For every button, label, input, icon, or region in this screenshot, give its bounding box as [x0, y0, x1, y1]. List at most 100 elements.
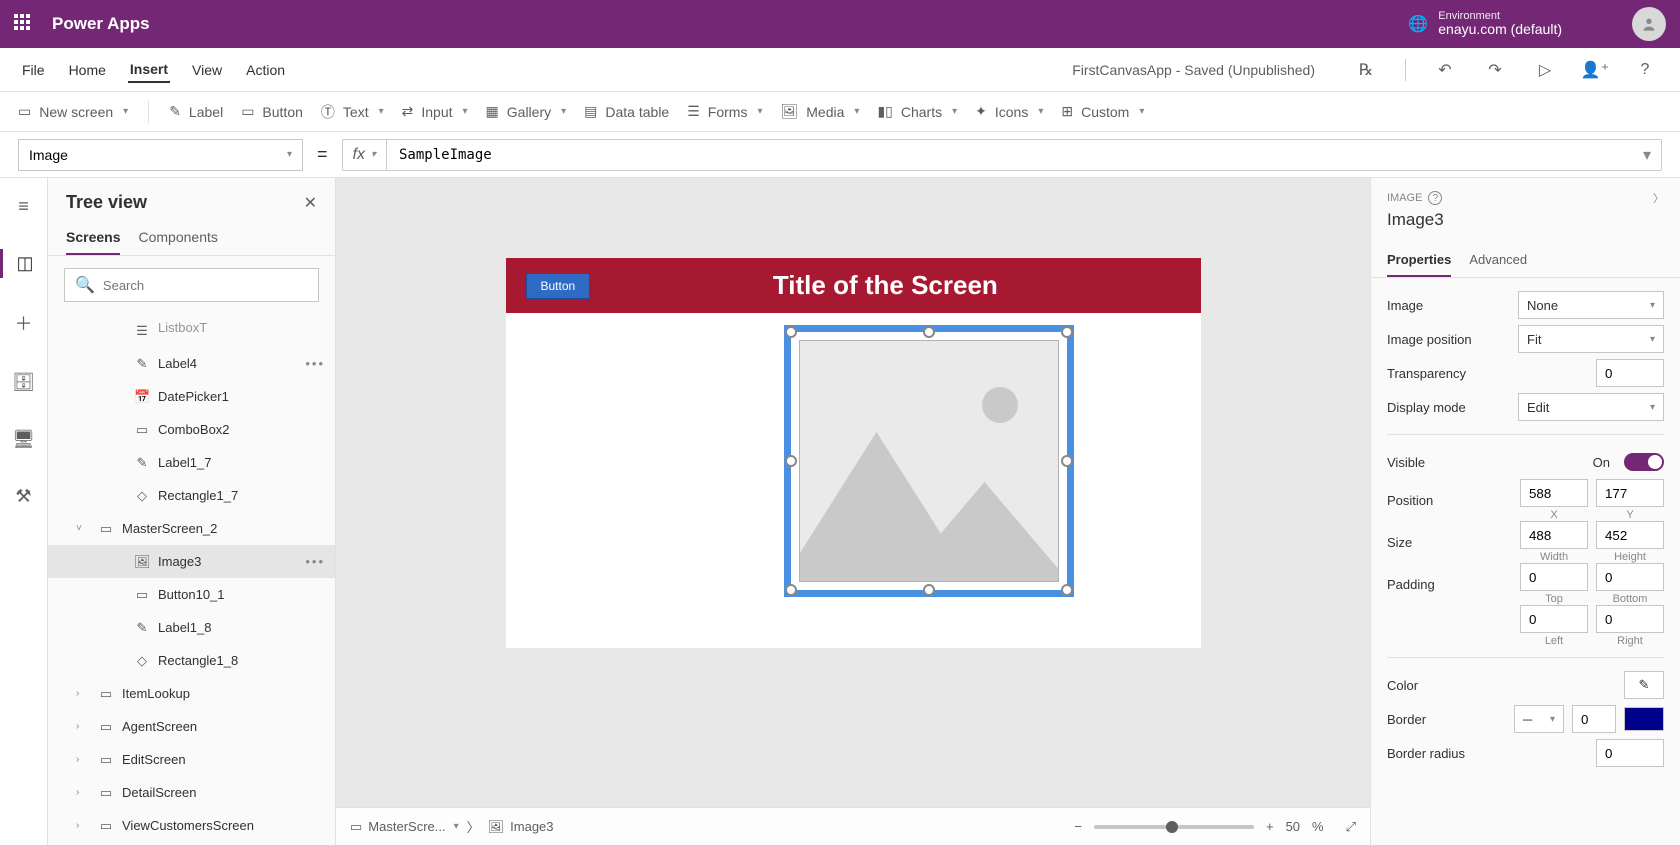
- resize-handle[interactable]: [923, 326, 935, 338]
- screen-preview[interactable]: Button Title of the Screen: [506, 258, 1201, 648]
- insert-text-menu[interactable]: ⓉText▾: [321, 102, 384, 122]
- insert-icons-menu[interactable]: ✦Icons▾: [975, 103, 1043, 120]
- chevron-right-icon[interactable]: 〉: [1653, 190, 1664, 206]
- tree-node-rectangle1-8[interactable]: ◇Rectangle1_8: [48, 644, 335, 677]
- more-icon[interactable]: •••: [305, 356, 325, 371]
- prop-width-input[interactable]: [1520, 521, 1588, 549]
- tree-search[interactable]: 🔍: [64, 268, 319, 302]
- redo-icon[interactable]: ↷: [1480, 60, 1510, 80]
- prop-pos-x-input[interactable]: [1520, 479, 1588, 507]
- resize-handle[interactable]: [1061, 455, 1073, 467]
- prop-pad-right-input[interactable]: [1596, 605, 1664, 633]
- insert-forms-menu[interactable]: ☰Forms▾: [687, 103, 762, 120]
- prop-pad-left-input[interactable]: [1520, 605, 1588, 633]
- prop-displaymode-select[interactable]: Edit▾: [1518, 393, 1664, 421]
- toggle-icon[interactable]: ›: [76, 721, 90, 732]
- tree-node-editscreen[interactable]: ›▭EditScreen: [48, 743, 335, 776]
- menu-file[interactable]: File: [20, 58, 47, 82]
- tree-node-rectangle1-7[interactable]: ◇Rectangle1_7: [48, 479, 335, 512]
- menu-insert[interactable]: Insert: [128, 57, 170, 83]
- tab-components[interactable]: Components: [138, 221, 217, 255]
- menu-home[interactable]: Home: [67, 58, 108, 82]
- insert-button-button[interactable]: ▭Button: [241, 103, 303, 120]
- selected-image-control[interactable]: [784, 325, 1074, 597]
- user-avatar[interactable]: [1632, 7, 1666, 41]
- toggle-icon[interactable]: ›: [76, 688, 90, 699]
- tab-screens[interactable]: Screens: [66, 221, 120, 255]
- prop-border-width-input[interactable]: [1572, 705, 1616, 733]
- insert-datatable-button[interactable]: ▤Data table: [584, 103, 669, 120]
- play-icon[interactable]: ▷: [1530, 60, 1560, 80]
- prop-pad-top-input[interactable]: [1520, 563, 1588, 591]
- insert-label-button[interactable]: ✎Label: [169, 103, 223, 120]
- tree-node-datepicker1[interactable]: 📅DatePicker1: [48, 380, 335, 413]
- tab-advanced[interactable]: Advanced: [1469, 244, 1527, 277]
- more-icon[interactable]: •••: [305, 554, 325, 569]
- resize-handle[interactable]: [1061, 326, 1073, 338]
- prop-borderradius-input[interactable]: [1596, 739, 1664, 767]
- rail-tools-icon[interactable]: ⚒: [0, 482, 47, 511]
- tree-node-detailscreen[interactable]: ›▭DetailScreen: [48, 776, 335, 809]
- resize-handle[interactable]: [1061, 584, 1073, 596]
- close-icon[interactable]: ✕: [304, 193, 317, 213]
- prop-border-color-swatch[interactable]: [1624, 707, 1664, 731]
- tree-node-listboxt[interactable]: ☰ListboxT: [48, 314, 335, 347]
- help-icon[interactable]: ?: [1630, 61, 1660, 79]
- app-checker-icon[interactable]: ℞: [1351, 60, 1381, 80]
- screen-button-control[interactable]: Button: [526, 273, 591, 299]
- insert-gallery-menu[interactable]: ▦Gallery▾: [486, 103, 567, 120]
- tree-node-button10-1[interactable]: ▭Button10_1: [48, 578, 335, 611]
- breadcrumb-control[interactable]: 🖼Image3: [488, 819, 554, 835]
- prop-pad-bottom-input[interactable]: [1596, 563, 1664, 591]
- tree-node-itemlookup[interactable]: ›▭ItemLookup: [48, 677, 335, 710]
- fit-to-window-icon[interactable]: ⤢: [1346, 819, 1356, 835]
- prop-pos-y-input[interactable]: [1596, 479, 1664, 507]
- tab-properties[interactable]: Properties: [1387, 244, 1451, 277]
- tree-node-viewcustomersscreen[interactable]: ›▭ViewCustomersScreen: [48, 809, 335, 842]
- insert-charts-menu[interactable]: ▮▯Charts▾: [877, 103, 957, 120]
- screen-title-label[interactable]: Title of the Screen: [590, 270, 1180, 301]
- insert-input-menu[interactable]: ⇄Input▾: [402, 103, 468, 120]
- tree-node-image3[interactable]: 🖼Image3•••: [48, 545, 335, 578]
- environment-picker[interactable]: 🌐 Environment enayu.com (default): [1408, 10, 1562, 37]
- insert-custom-menu[interactable]: ⊞Custom▾: [1061, 103, 1144, 120]
- prop-visible-toggle[interactable]: [1624, 453, 1664, 471]
- tree-node-label1-8[interactable]: ✎Label1_8: [48, 611, 335, 644]
- zoom-slider-thumb[interactable]: [1166, 821, 1178, 833]
- property-dropdown[interactable]: Image ▾: [18, 139, 303, 171]
- app-launcher-icon[interactable]: [14, 14, 34, 34]
- breadcrumb-screen[interactable]: ▭MasterScre...▾: [350, 819, 459, 835]
- tree-node-label4[interactable]: ✎Label4•••: [48, 347, 335, 380]
- undo-icon[interactable]: ↶: [1430, 60, 1460, 80]
- fx-icon[interactable]: fx▾: [343, 140, 387, 170]
- zoom-out-icon[interactable]: −: [1074, 819, 1082, 834]
- insert-media-menu[interactable]: 🖼Media▾: [780, 103, 859, 120]
- share-icon[interactable]: 👤⁺: [1580, 60, 1610, 80]
- formula-input[interactable]: [387, 147, 1633, 163]
- prop-image-select[interactable]: None▾: [1518, 291, 1664, 319]
- expand-formula-icon[interactable]: ▾: [1633, 145, 1661, 165]
- prop-imageposition-select[interactable]: Fit▾: [1518, 325, 1664, 353]
- rail-tree-view-icon[interactable]: ◫: [0, 249, 47, 278]
- menu-action[interactable]: Action: [244, 58, 287, 82]
- canvas-viewport[interactable]: Button Title of the Screen: [336, 178, 1370, 807]
- rail-data-icon[interactable]: 🗄: [0, 368, 47, 397]
- tree-node-label1-7[interactable]: ✎Label1_7: [48, 446, 335, 479]
- tree-node-combobox2[interactable]: ▭ComboBox2: [48, 413, 335, 446]
- toggle-icon[interactable]: ›: [76, 754, 90, 765]
- rail-hamburger-icon[interactable]: ≡: [0, 192, 47, 221]
- resize-handle[interactable]: [923, 584, 935, 596]
- prop-transparency-input[interactable]: [1596, 359, 1664, 387]
- toggle-icon[interactable]: ˅: [76, 523, 90, 534]
- rail-media-icon[interactable]: 🖥: [0, 425, 47, 454]
- help-icon[interactable]: ?: [1428, 191, 1442, 205]
- resize-handle[interactable]: [785, 584, 797, 596]
- tree-node-masterscreen-2[interactable]: ˅▭MasterScreen_2: [48, 512, 335, 545]
- prop-color-picker[interactable]: ✎: [1624, 671, 1664, 699]
- tree-node-agentscreen[interactable]: ›▭AgentScreen: [48, 710, 335, 743]
- new-screen-button[interactable]: ▭New screen▾: [18, 103, 128, 120]
- resize-handle[interactable]: [785, 455, 797, 467]
- rail-insert-icon[interactable]: ＋: [0, 306, 47, 340]
- prop-borderstyle-select[interactable]: ─▾: [1514, 705, 1564, 733]
- zoom-in-icon[interactable]: +: [1266, 819, 1274, 834]
